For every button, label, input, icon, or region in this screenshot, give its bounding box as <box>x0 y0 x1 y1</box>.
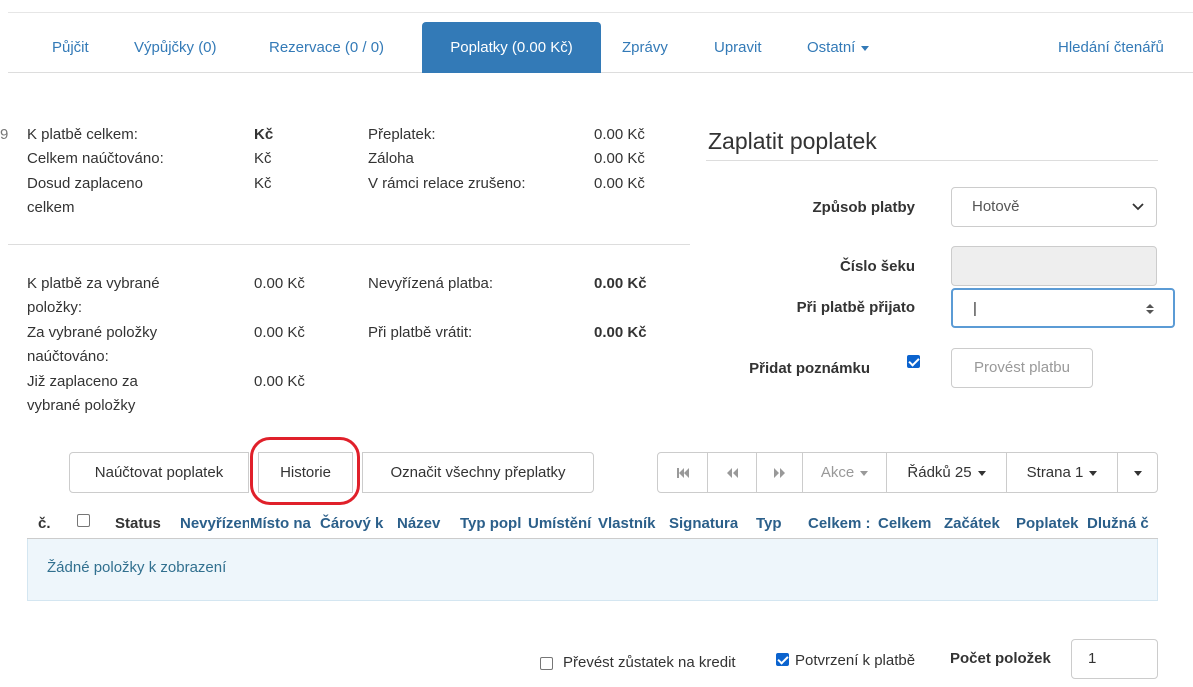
selected-billed-label: Za vybrané položky naúčtováno: <box>27 324 158 365</box>
add-note-checkbox[interactable] <box>907 355 920 368</box>
table-empty-row: Žádné položky k zobrazení <box>27 539 1158 601</box>
tab-holds[interactable]: Rezervace (0 / 0) <box>269 22 384 73</box>
amount-received-input[interactable]: | <box>951 288 1175 328</box>
overpayment-value: 0.00 Kč <box>594 126 645 143</box>
col-number[interactable]: č. <box>38 509 51 539</box>
selected-due-value: 0.00 Kč <box>254 275 305 292</box>
paid-to-date-value: Kč <box>254 175 272 192</box>
caret-down-icon <box>1133 470 1142 476</box>
next-page-icon <box>773 468 785 478</box>
overpayment-label: Přeplatek: <box>368 126 436 143</box>
transfer-to-credit-checkbox[interactable] <box>540 657 553 670</box>
actions-label: Akce <box>820 464 855 481</box>
payment-title: Zaplatit poplatek <box>708 128 877 154</box>
col-location[interactable]: Místo na <box>250 509 319 539</box>
actions-dropdown[interactable]: Akce <box>802 452 887 493</box>
selected-paid-label: Již zaplaceno za vybrané položky <box>27 373 138 414</box>
empty-table-text: Žádné položky k zobrazení <box>47 559 227 576</box>
refund-label: Při platbě vrátit: <box>368 324 473 341</box>
tab-edit[interactable]: Upravit <box>714 22 762 73</box>
top-divider <box>8 12 1193 13</box>
col-owner[interactable]: Vlastník <box>598 509 668 539</box>
summary-divider <box>8 244 690 245</box>
col-placement[interactable]: Umístění <box>528 509 597 539</box>
caret-down-icon <box>861 45 870 51</box>
clipped-edge-glyph: 9 <box>0 126 9 143</box>
col-outstanding[interactable]: Dlužná č <box>1087 509 1158 539</box>
selected-billed-value: 0.00 Kč <box>254 324 305 341</box>
col-total-1[interactable]: Celkem : <box>808 509 876 539</box>
payment-receipt-checkbox[interactable] <box>776 653 789 666</box>
deposit-value: 0.00 Kč <box>594 150 645 167</box>
transfer-to-credit-label: Převést zůstatek na kredit <box>563 654 736 671</box>
tab-loans[interactable]: Výpůjčky (0) <box>134 22 217 73</box>
col-call-number[interactable]: Signatura <box>669 509 738 539</box>
item-count-label: Počet položek <box>950 650 1051 667</box>
caret-down-icon <box>977 470 986 476</box>
pending-payment-label: Nevyřízená platba: <box>368 275 494 292</box>
item-count-input[interactable]: 1 <box>1071 639 1158 679</box>
caret-down-icon <box>860 470 869 476</box>
total-billed-value: Kč <box>254 150 272 167</box>
col-total-2[interactable]: Celkem <box>878 509 942 539</box>
total-due-label: K platbě celkem: <box>27 126 138 143</box>
tab-messages[interactable]: Zprávy <box>622 22 668 73</box>
col-start[interactable]: Začátek <box>944 509 1014 539</box>
tab-fees[interactable]: Poplatky (0.00 Kč) <box>422 22 601 73</box>
col-type[interactable]: Typ <box>756 509 796 539</box>
total-due-value: Kč <box>254 126 274 143</box>
payment-title-divider <box>706 160 1158 161</box>
col-title[interactable]: Název <box>397 509 453 539</box>
paid-to-date-label: Dosud zaplaceno celkem <box>27 175 143 216</box>
col-pending[interactable]: Nevyřízená <box>180 509 249 539</box>
payment-method-value: Hotově <box>972 198 1020 215</box>
prev-page-icon <box>727 468 738 478</box>
more-options-dropdown[interactable] <box>1117 452 1158 493</box>
caret-down-icon <box>1089 470 1098 476</box>
bill-fee-button[interactable]: Naúčtovat poplatek <box>69 452 249 493</box>
add-note-label: Přidat poznámku <box>749 360 870 377</box>
spinner-icon[interactable] <box>1145 303 1155 315</box>
session-cancelled-value: 0.00 Kč <box>594 175 645 192</box>
tab-other[interactable]: Ostatní <box>807 22 870 73</box>
rows-per-page-dropdown[interactable]: Řádků 25 <box>886 452 1007 493</box>
highlight-ring <box>250 437 360 505</box>
rows-per-page-label: Řádků 25 <box>907 464 972 481</box>
total-billed-label: Celkem naúčtováno: <box>27 150 164 167</box>
first-page-icon <box>676 468 689 478</box>
patron-tabs: Půjčit Výpůjčky (0) Rezervace (0 / 0) Po… <box>8 22 1193 73</box>
tab-checkout[interactable]: Půjčit <box>52 22 89 73</box>
next-page-button[interactable] <box>756 452 803 493</box>
check-number-label: Číslo šeku <box>839 258 915 275</box>
first-page-button[interactable] <box>657 452 708 493</box>
refund-value: 0.00 Kč <box>594 324 647 341</box>
col-barcode[interactable]: Čárový k <box>320 509 388 539</box>
select-all-checkbox[interactable] <box>77 514 90 527</box>
tab-other-label: Ostatní <box>807 39 856 56</box>
deposit-label: Záloha <box>368 150 414 167</box>
col-fee[interactable]: Poplatek <box>1016 509 1086 539</box>
mark-overpaid-button[interactable]: Označit všechny přeplatky <box>362 452 594 493</box>
tab-patron-search[interactable]: Hledání čtenářů <box>1058 22 1164 73</box>
payment-method-select[interactable]: Hotově <box>951 187 1157 227</box>
page-dropdown[interactable]: Strana 1 <box>1006 452 1118 493</box>
payment-receipt-label: Potvrzení k platbě <box>795 652 916 669</box>
amount-received-value: | <box>973 300 977 317</box>
page-label: Strana 1 <box>1026 464 1084 481</box>
col-status[interactable]: Status <box>115 509 171 539</box>
submit-payment-button[interactable]: Provést platbu <box>951 348 1093 388</box>
pending-payment-value: 0.00 Kč <box>594 275 647 292</box>
session-cancelled-label: V rámci relace zrušeno: <box>368 175 526 192</box>
payment-method-label: Způsob platby <box>812 199 916 216</box>
chevron-down-icon <box>1132 203 1144 211</box>
prev-page-button[interactable] <box>707 452 757 493</box>
selected-paid-value: 0.00 Kč <box>254 373 305 390</box>
check-number-input[interactable] <box>951 246 1157 286</box>
col-fee-type[interactable]: Typ popl <box>460 509 527 539</box>
amount-received-label: Při platbě přijato <box>796 299 915 316</box>
selected-due-label: K platbě za vybrané položky: <box>27 275 160 316</box>
